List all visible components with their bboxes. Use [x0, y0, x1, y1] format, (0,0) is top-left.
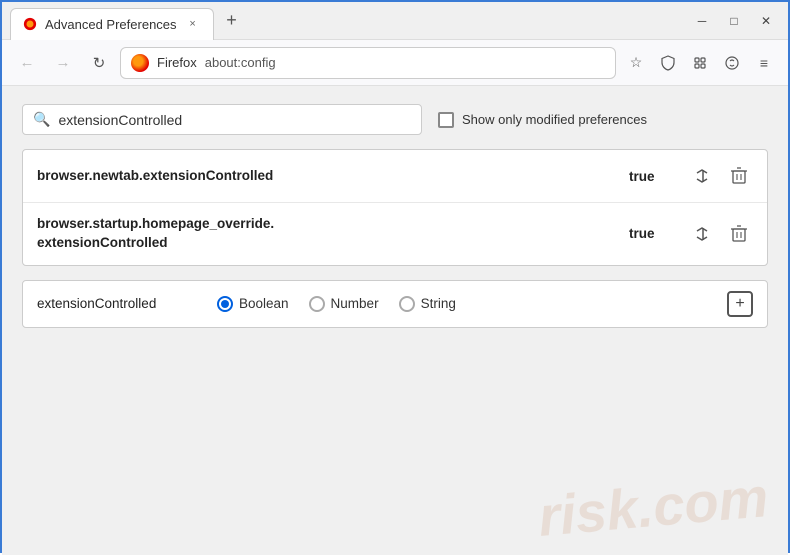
toggle-icon: [694, 225, 712, 243]
reload-button[interactable]: ↻: [84, 48, 114, 78]
table-row[interactable]: browser.newtab.extensionControlled true: [23, 150, 767, 203]
title-bar: Advanced Preferences × + ─ □ ✕: [2, 2, 788, 40]
pref-actions: [689, 162, 753, 190]
maximize-button[interactable]: □: [720, 7, 748, 35]
pref-name: browser.newtab.extensionControlled: [37, 167, 629, 186]
browser-name-label: Firefox: [157, 55, 197, 70]
firefox-logo-icon: [131, 54, 149, 72]
shield-icon: [660, 55, 676, 71]
radio-number-label: Number: [331, 296, 379, 311]
window-controls: ─ □ ✕: [688, 7, 780, 35]
puzzle-icon: [692, 55, 708, 71]
new-tab-button[interactable]: +: [218, 7, 246, 35]
delete-pref-button[interactable]: [725, 162, 753, 190]
sync-icon: [724, 55, 740, 71]
minimize-button[interactable]: ─: [688, 7, 716, 35]
search-row: 🔍 Show only modified preferences: [22, 104, 768, 135]
toggle-icon: [694, 167, 712, 185]
shield-button[interactable]: [654, 49, 682, 77]
radio-boolean[interactable]: Boolean: [217, 296, 289, 312]
radio-boolean-label: Boolean: [239, 296, 289, 311]
radio-number[interactable]: Number: [309, 296, 379, 312]
tab-favicon: [23, 17, 37, 31]
menu-button[interactable]: ≡: [750, 49, 778, 77]
delete-pref-button[interactable]: [725, 220, 753, 248]
sync-button[interactable]: [718, 49, 746, 77]
radio-string-label: String: [421, 296, 456, 311]
active-tab[interactable]: Advanced Preferences ×: [10, 8, 214, 40]
radio-string-circle: [399, 296, 415, 312]
search-box[interactable]: 🔍: [22, 104, 422, 135]
address-url: about:config: [205, 55, 276, 70]
add-preference-button[interactable]: +: [727, 291, 753, 317]
content-area: risk.com 🔍 Show only modified preference…: [2, 86, 788, 555]
address-bar[interactable]: Firefox about:config: [120, 47, 616, 79]
pref-actions: [689, 220, 753, 248]
bookmark-star-button[interactable]: ☆: [622, 49, 650, 77]
toggle-pref-button[interactable]: [689, 220, 717, 248]
radio-boolean-circle: [217, 296, 233, 312]
close-tab-button[interactable]: ×: [185, 16, 201, 32]
tab-title: Advanced Preferences: [45, 17, 177, 32]
preferences-table: browser.newtab.extensionControlled true: [22, 149, 768, 266]
toggle-pref-button[interactable]: [689, 162, 717, 190]
radio-string[interactable]: String: [399, 296, 456, 312]
back-button[interactable]: ←: [12, 48, 42, 78]
extension-button[interactable]: [686, 49, 714, 77]
nav-bar: ← → ↻ Firefox about:config ☆: [2, 40, 788, 86]
trash-icon: [731, 167, 747, 185]
pref-value: true: [629, 226, 669, 241]
pref-name: browser.startup.homepage_override.extens…: [37, 215, 629, 253]
trash-icon: [731, 225, 747, 243]
show-modified-row[interactable]: Show only modified preferences: [438, 112, 647, 128]
forward-button[interactable]: →: [48, 48, 78, 78]
show-modified-checkbox[interactable]: [438, 112, 454, 128]
show-modified-label: Show only modified preferences: [462, 112, 647, 127]
pref-value: true: [629, 169, 669, 184]
new-pref-name: extensionControlled: [37, 296, 197, 311]
type-radio-group: Boolean Number String: [217, 296, 456, 312]
radio-number-circle: [309, 296, 325, 312]
new-preference-row: extensionControlled Boolean Number Strin…: [22, 280, 768, 328]
search-icon: 🔍: [33, 111, 50, 128]
table-row[interactable]: browser.startup.homepage_override.extens…: [23, 203, 767, 265]
search-input[interactable]: [58, 112, 411, 128]
watermark: risk.com: [536, 469, 770, 545]
nav-icons: ☆ ≡: [622, 49, 778, 77]
close-window-button[interactable]: ✕: [752, 7, 780, 35]
